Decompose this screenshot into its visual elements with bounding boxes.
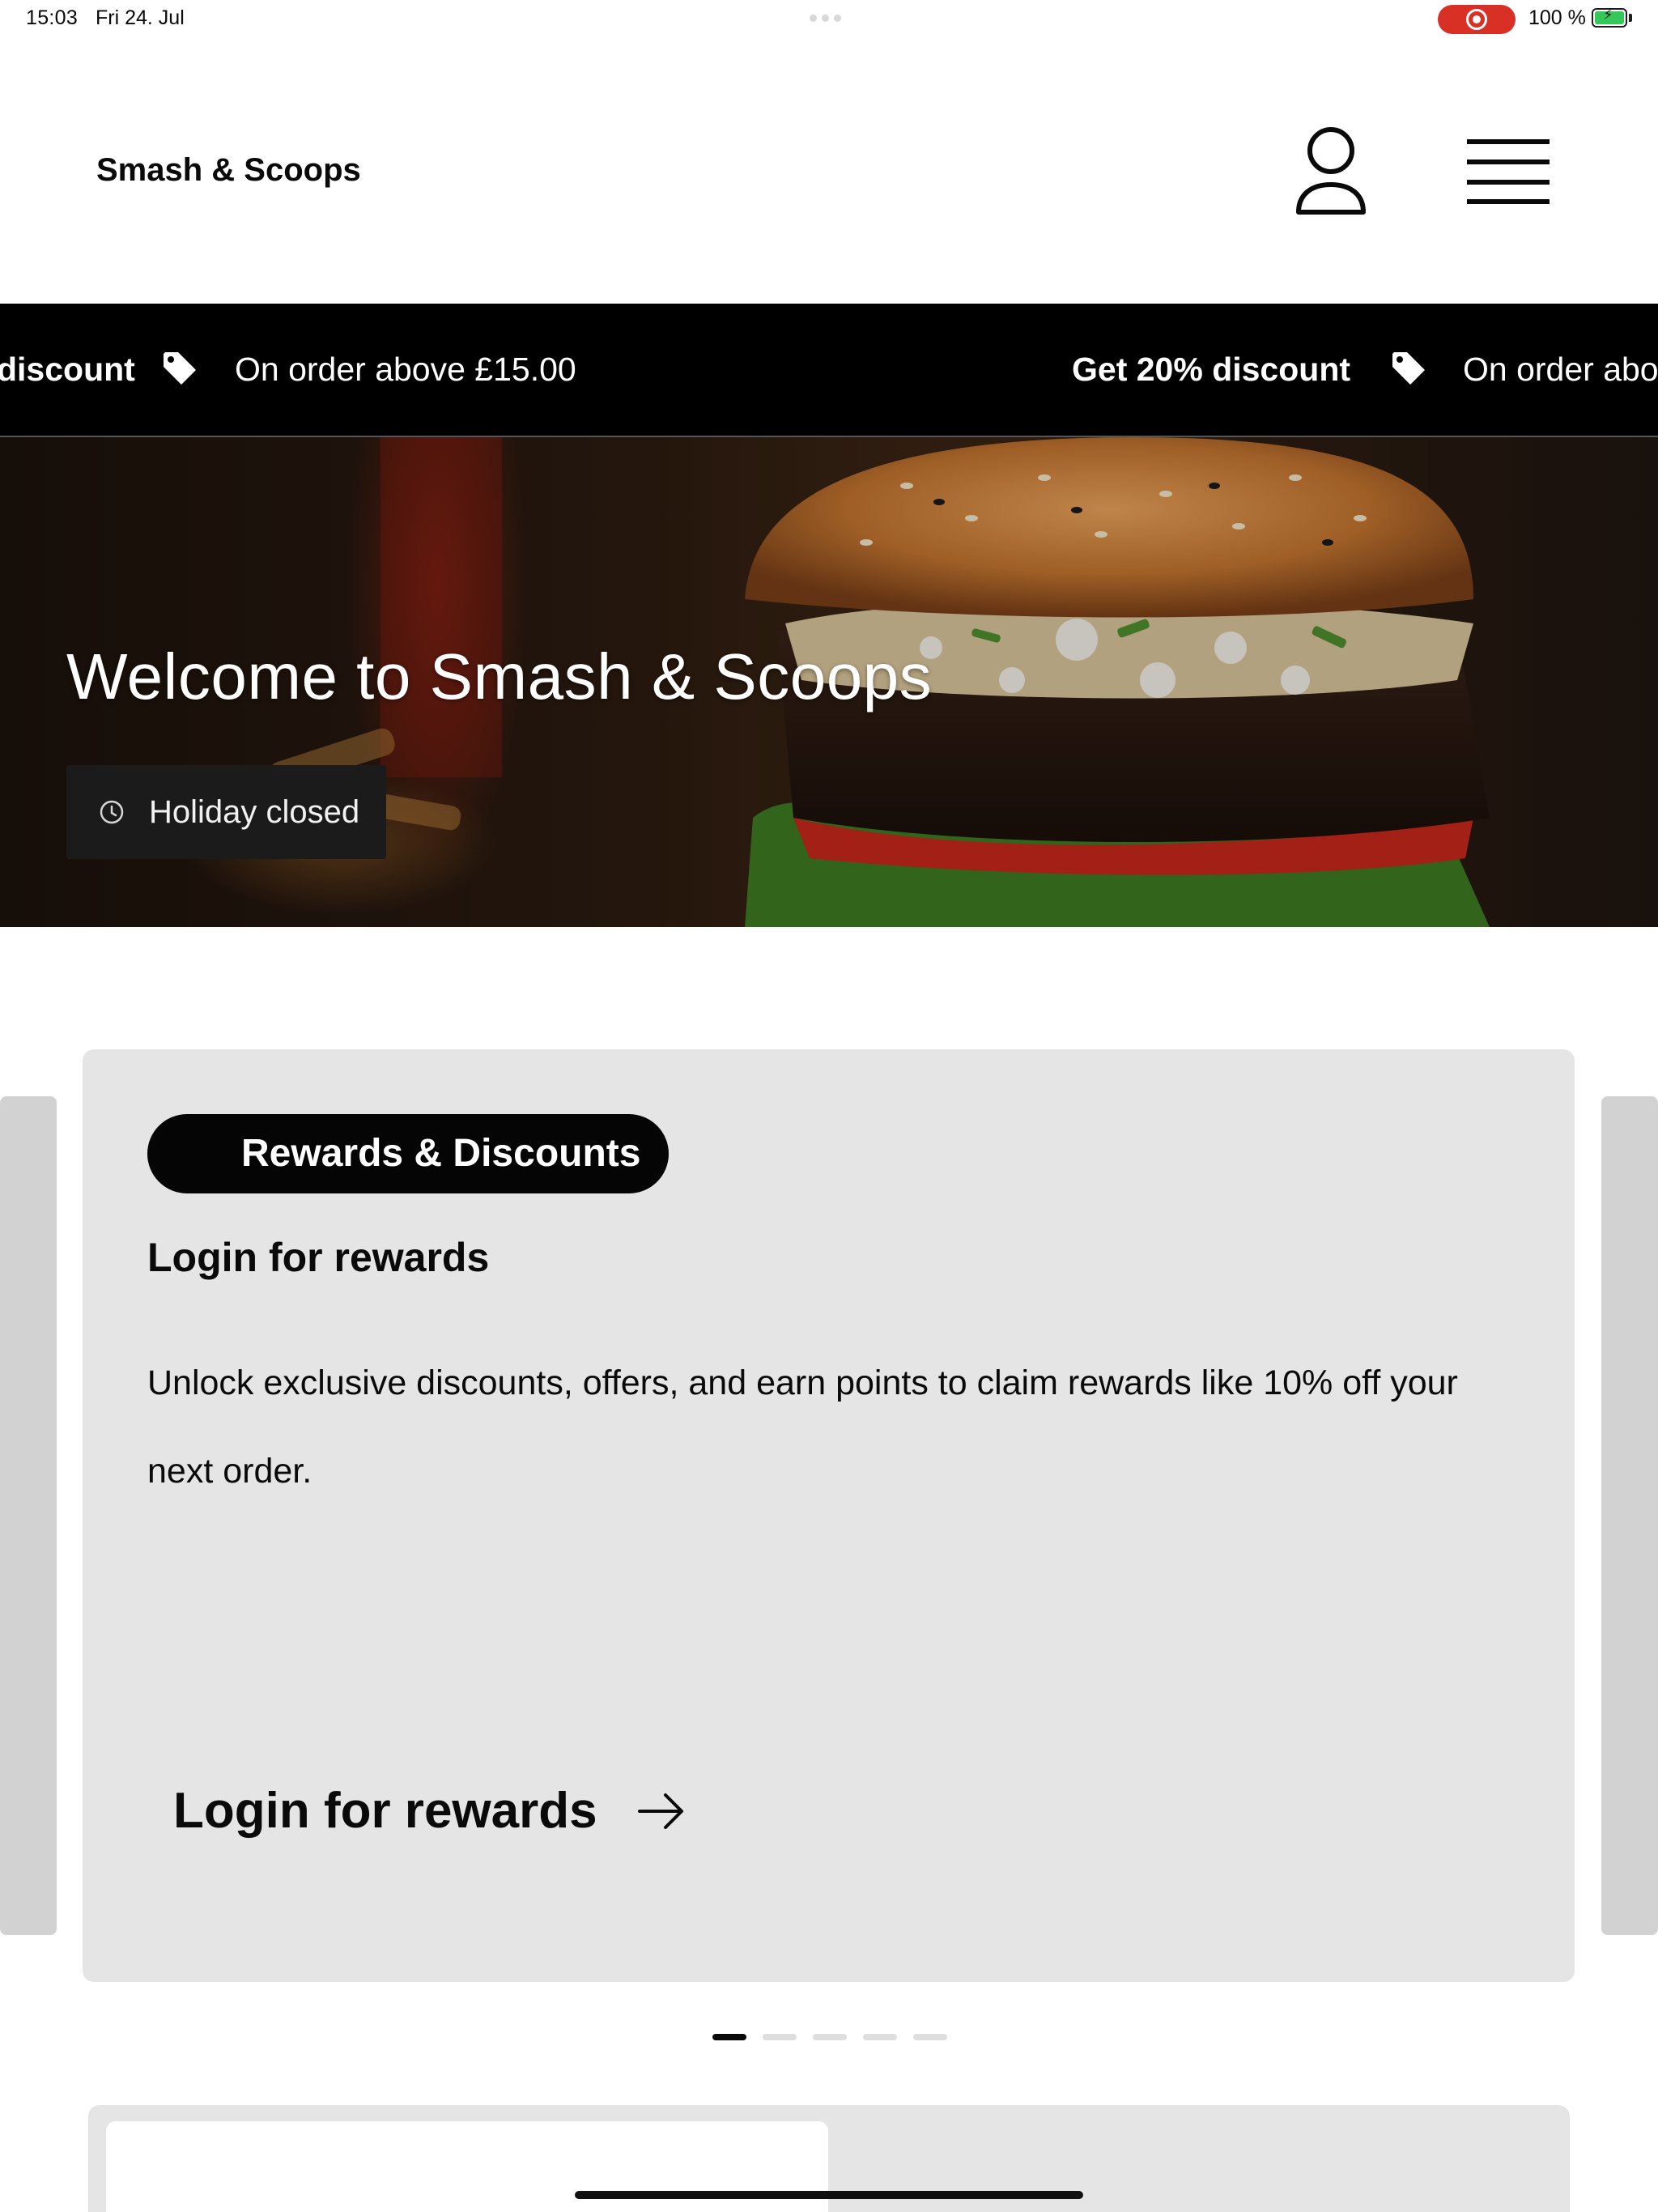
screen-recording-indicator[interactable] xyxy=(1438,5,1516,34)
status-date: Fri 24. Jul xyxy=(96,6,185,29)
record-icon xyxy=(1466,9,1487,30)
multitasking-dots-icon[interactable] xyxy=(810,15,848,22)
login-for-rewards-link[interactable]: Login for rewards xyxy=(173,1782,687,1840)
carousel-dot[interactable] xyxy=(913,2034,947,2040)
carousel-dot[interactable] xyxy=(763,2034,797,2040)
brand-name[interactable]: Smash & Scoops xyxy=(96,152,361,189)
promo-ticker: discount On order above £15.00 Get 20% d… xyxy=(0,304,1658,437)
login-for-rewards-label: Login for rewards xyxy=(173,1783,597,1839)
carousel-prev-card[interactable] xyxy=(0,1096,57,1935)
home-indicator[interactable] xyxy=(575,2191,1083,2199)
carousel-dot[interactable] xyxy=(813,2034,847,2040)
rewards-badge: Rewards & Discounts xyxy=(147,1114,669,1193)
rewards-card: Rewards & Discounts Login for rewards Un… xyxy=(83,1049,1575,1982)
status-bar: 15:03 Fri 24. Jul 100 % xyxy=(0,0,1658,39)
tag-icon xyxy=(1392,352,1425,385)
promo-highlight: Get 20% discount xyxy=(1072,351,1351,388)
battery-percentage: 100 % xyxy=(1528,6,1586,29)
battery-charging-icon xyxy=(1592,6,1627,28)
promo-highlight: discount xyxy=(0,351,135,388)
hero-title: Welcome to Smash & Scoops xyxy=(66,640,933,713)
hero-banner: Welcome to Smash & Scoops Holiday closed xyxy=(0,437,1658,927)
arrow-right-icon xyxy=(637,1793,683,1829)
opening-status-badge[interactable]: Holiday closed xyxy=(66,765,386,859)
promo-detail: On order abov xyxy=(1463,351,1658,388)
battery-tip xyxy=(1629,14,1632,22)
carousel-next-card[interactable] xyxy=(1601,1096,1658,1935)
carousel-pagination xyxy=(712,2034,947,2040)
rewards-card-description: Unlock exclusive discounts, offers, and … xyxy=(147,1363,1458,1491)
site-header: Smash & Scoops xyxy=(0,97,1658,248)
user-icon[interactable] xyxy=(1294,126,1368,217)
carousel-dot[interactable] xyxy=(863,2034,897,2040)
rewards-card-title: Login for rewards xyxy=(147,1235,490,1280)
hamburger-menu-icon[interactable] xyxy=(1467,138,1550,206)
clock-icon xyxy=(100,800,124,824)
status-time: 15:03 xyxy=(26,6,79,29)
tag-icon xyxy=(164,352,196,385)
promo-detail: On order above £15.00 xyxy=(235,351,576,388)
carousel-dot[interactable] xyxy=(712,2034,746,2040)
opening-status-label: Holiday closed xyxy=(149,794,360,830)
